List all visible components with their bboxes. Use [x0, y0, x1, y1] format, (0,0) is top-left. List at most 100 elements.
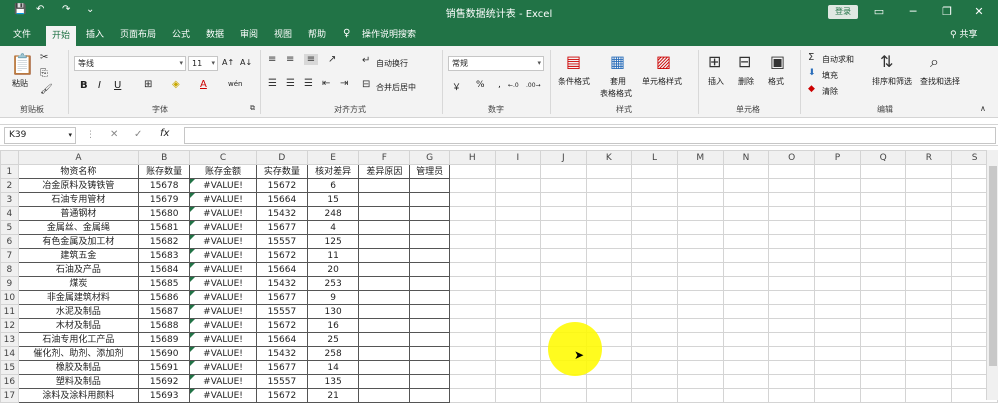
empty-cell[interactable]	[814, 374, 861, 389]
insert-cells-button[interactable]: 插入	[708, 76, 724, 87]
empty-cell[interactable]	[905, 164, 953, 179]
empty-cell[interactable]	[722, 346, 770, 361]
cell-diff[interactable]: 16	[306, 318, 360, 333]
empty-cell[interactable]	[905, 290, 953, 305]
empty-cell[interactable]	[859, 332, 907, 347]
empty-cell[interactable]	[631, 318, 678, 333]
empty-cell[interactable]	[676, 360, 724, 375]
empty-cell[interactable]	[631, 332, 678, 347]
empty-cell[interactable]	[814, 332, 861, 347]
column-header-a[interactable]: A	[17, 150, 140, 165]
empty-cell[interactable]	[448, 220, 496, 235]
cell-diff[interactable]: 9	[306, 290, 360, 305]
delete-cells-button[interactable]: 删除	[738, 76, 754, 87]
cell-manager[interactable]	[409, 346, 450, 361]
orientation-icon[interactable]: ↗	[328, 54, 336, 65]
cell-actual-qty[interactable]: 15677	[255, 360, 309, 375]
cell-material-name[interactable]: 金属丝、金属绳	[17, 220, 140, 235]
empty-cell[interactable]	[448, 346, 496, 361]
formula-input[interactable]	[184, 127, 996, 144]
empty-cell[interactable]	[494, 318, 542, 333]
header-material-name[interactable]: 物资名称	[17, 164, 140, 179]
empty-cell[interactable]	[905, 318, 953, 333]
empty-cell[interactable]	[905, 276, 953, 291]
empty-cell[interactable]	[494, 192, 542, 207]
cell-material-name[interactable]: 建筑五金	[17, 248, 140, 263]
empty-cell[interactable]	[540, 388, 587, 403]
row-header[interactable]: 11	[0, 304, 19, 319]
empty-cell[interactable]	[905, 360, 953, 375]
cell-diff[interactable]: 125	[306, 234, 360, 249]
empty-cell[interactable]	[768, 388, 816, 403]
cell-manager[interactable]	[409, 276, 450, 291]
empty-cell[interactable]	[676, 164, 724, 179]
empty-cell[interactable]	[768, 276, 816, 291]
empty-cell[interactable]	[448, 290, 496, 305]
empty-cell[interactable]	[676, 178, 724, 193]
cell-diff-reason[interactable]	[358, 276, 411, 291]
insert-function-icon[interactable]: fx	[160, 128, 169, 139]
cell-material-name[interactable]: 非金属建筑材料	[17, 290, 140, 305]
clear-icon[interactable]: ◆	[808, 84, 815, 94]
align-right-icon[interactable]: ☰	[304, 78, 313, 89]
row-header[interactable]: 8	[0, 262, 19, 277]
empty-cell[interactable]	[585, 262, 633, 277]
empty-cell[interactable]	[494, 332, 542, 347]
cell-book-qty[interactable]: 15689	[138, 332, 191, 347]
cell-book-qty[interactable]: 15686	[138, 290, 191, 305]
cell-diff-reason[interactable]	[358, 234, 411, 249]
empty-cell[interactable]	[631, 178, 678, 193]
cell-styles-icon[interactable]: ▨	[656, 52, 671, 71]
cell-actual-qty[interactable]: 15664	[255, 332, 309, 347]
cell-book-qty[interactable]: 15688	[138, 318, 191, 333]
cell-manager[interactable]	[409, 220, 450, 235]
empty-cell[interactable]	[631, 388, 678, 403]
paste-icon[interactable]: 📋	[10, 52, 35, 76]
empty-cell[interactable]	[448, 276, 496, 291]
cell-book-amount[interactable]: #VALUE!	[189, 248, 257, 263]
empty-cell[interactable]	[814, 234, 861, 249]
column-header-q[interactable]: Q	[859, 150, 907, 165]
cell-diff-reason[interactable]	[358, 332, 411, 347]
cell-diff-reason[interactable]	[358, 360, 411, 375]
empty-cell[interactable]	[494, 206, 542, 221]
empty-cell[interactable]	[905, 262, 953, 277]
empty-cell[interactable]	[494, 346, 542, 361]
row-header[interactable]: 3	[0, 192, 19, 207]
header-diff[interactable]: 核对差异	[306, 164, 360, 179]
cell-actual-qty[interactable]: 15672	[255, 178, 309, 193]
align-top-icon[interactable]: ≡	[268, 54, 276, 65]
decrease-indent-icon[interactable]: ⇤	[322, 78, 330, 89]
empty-cell[interactable]	[859, 318, 907, 333]
cell-actual-qty[interactable]: 15677	[255, 290, 309, 305]
empty-cell[interactable]	[859, 388, 907, 403]
cell-book-qty[interactable]: 15693	[138, 388, 191, 403]
cell-manager[interactable]	[409, 206, 450, 221]
empty-cell[interactable]	[540, 206, 587, 221]
empty-cell[interactable]	[905, 220, 953, 235]
empty-cell[interactable]	[585, 234, 633, 249]
increase-indent-icon[interactable]: ⇥	[340, 78, 348, 89]
empty-cell[interactable]	[540, 304, 587, 319]
currency-format-button[interactable]: ￥	[452, 80, 461, 93]
cell-book-amount[interactable]: #VALUE!	[189, 332, 257, 347]
cell-diff-reason[interactable]	[358, 248, 411, 263]
empty-cell[interactable]	[448, 360, 496, 375]
empty-cell[interactable]	[676, 290, 724, 305]
cell-diff[interactable]: 130	[306, 304, 360, 319]
cell-diff-reason[interactable]	[358, 304, 411, 319]
row-header[interactable]: 16	[0, 374, 19, 389]
cell-material-name[interactable]: 催化剂、助剂、添加剂	[17, 346, 140, 361]
empty-cell[interactable]	[905, 388, 953, 403]
empty-cell[interactable]	[448, 206, 496, 221]
column-header-f[interactable]: F	[358, 150, 411, 165]
empty-cell[interactable]	[814, 262, 861, 277]
empty-cell[interactable]	[494, 374, 542, 389]
find-select-button[interactable]: 查找和选择	[920, 76, 960, 87]
tab-view[interactable]: 视图	[268, 24, 298, 46]
empty-cell[interactable]	[768, 262, 816, 277]
empty-cell[interactable]	[448, 388, 496, 403]
column-header-p[interactable]: P	[814, 150, 861, 165]
empty-cell[interactable]	[859, 262, 907, 277]
row-header[interactable]: 1	[0, 164, 19, 179]
